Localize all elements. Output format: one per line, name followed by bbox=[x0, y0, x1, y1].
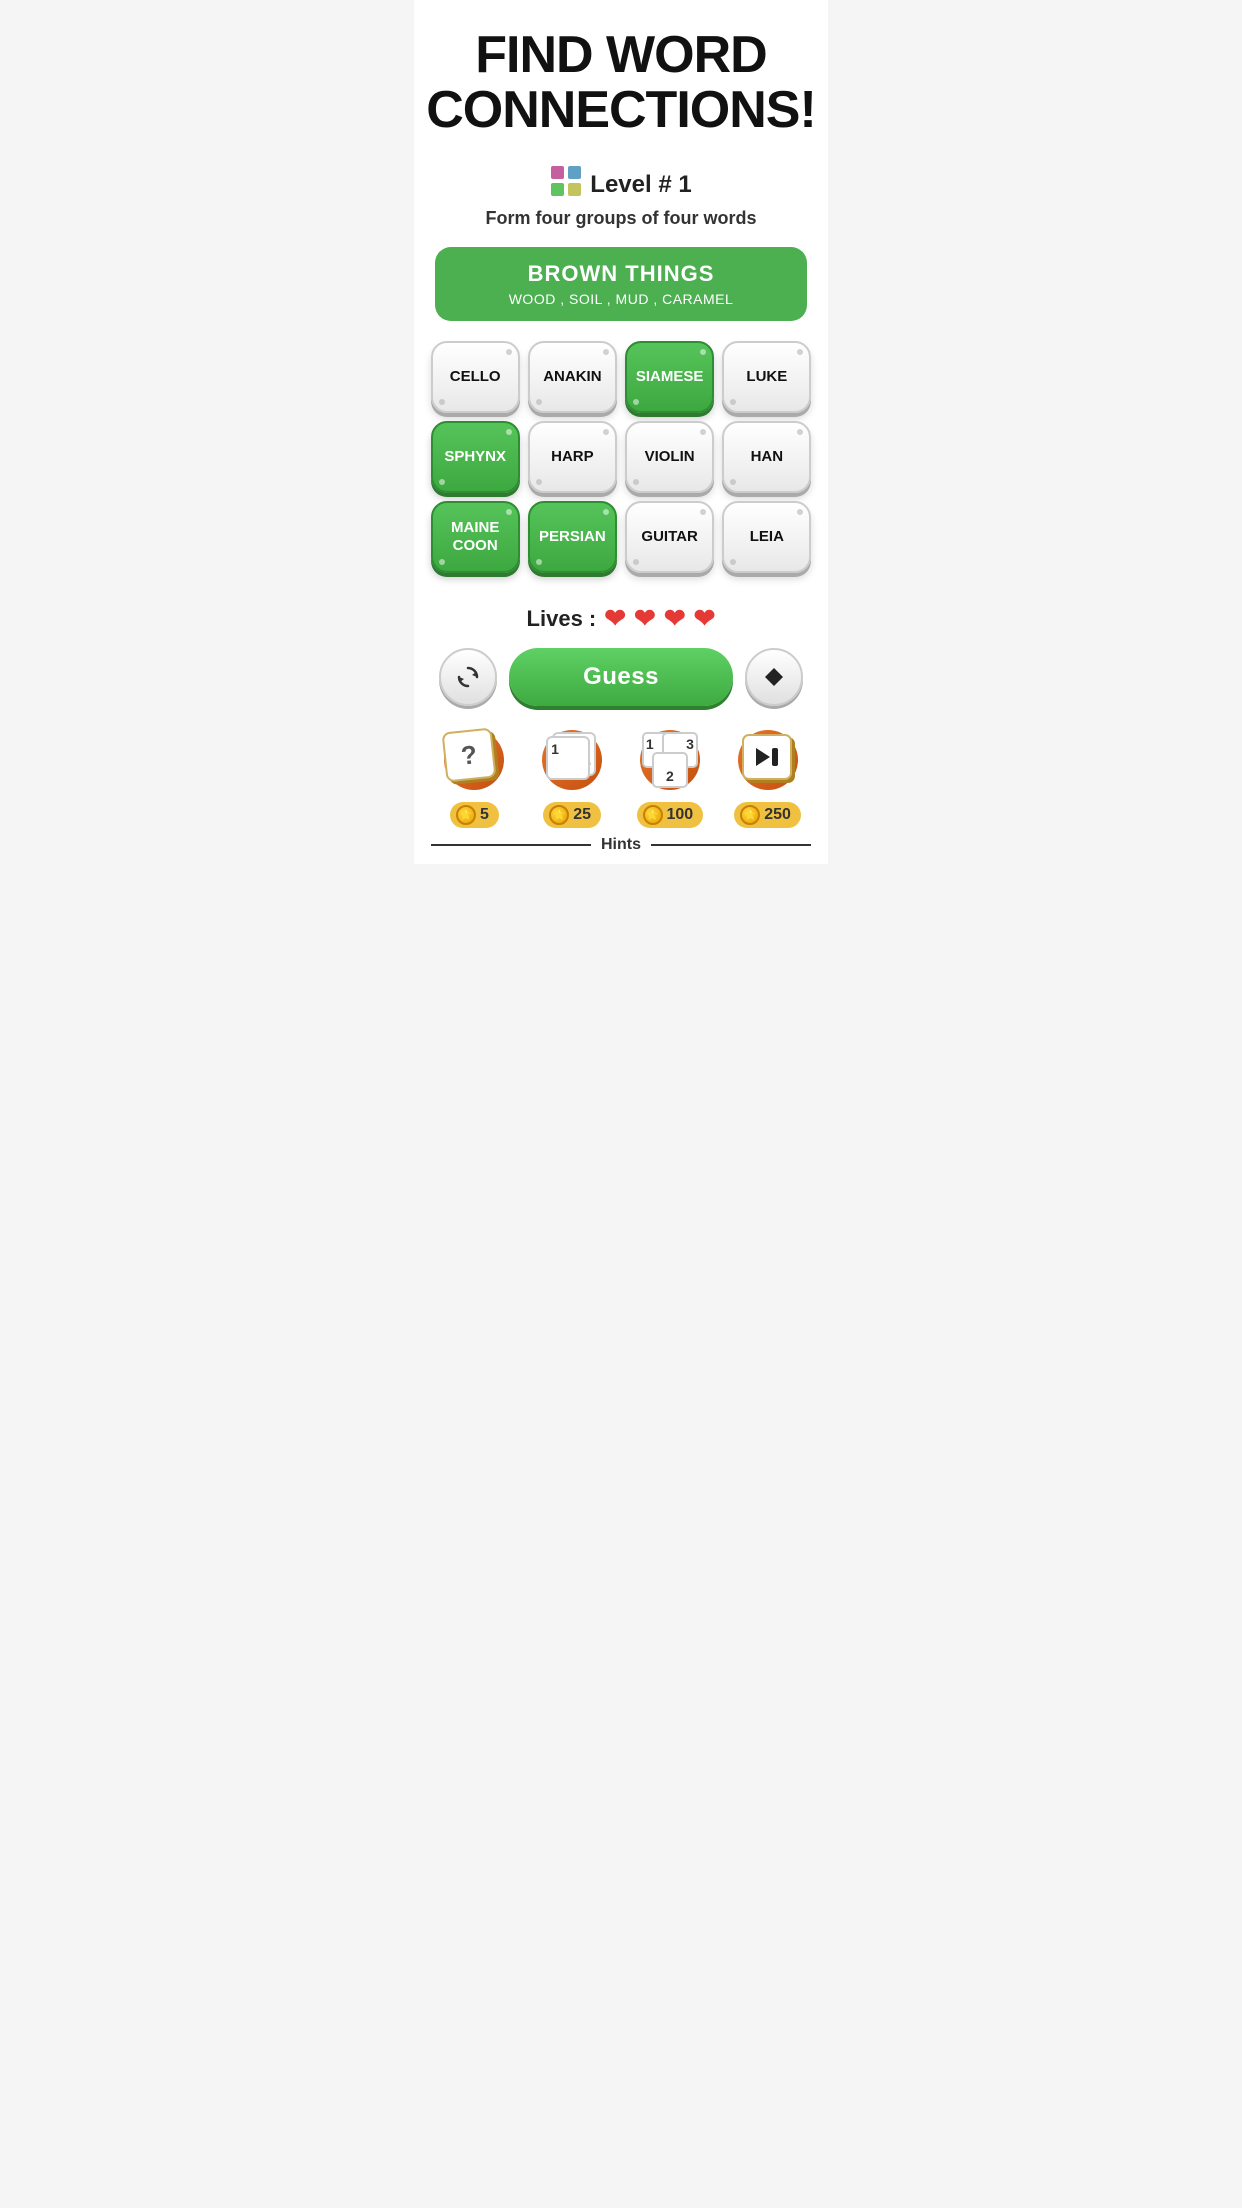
coin-icon-3: ⭐ bbox=[643, 805, 663, 825]
tile-cello[interactable]: CELLO bbox=[431, 341, 520, 413]
grid-row-2: SPHYNX HARP VIOLIN HAN bbox=[431, 421, 812, 493]
heart-1: ❤ bbox=[604, 603, 626, 634]
hint-3-cost-num: 100 bbox=[667, 806, 694, 824]
hint-4-cost-num: 250 bbox=[764, 806, 791, 824]
hint-4-icon bbox=[732, 724, 804, 796]
lives-label: Lives : bbox=[527, 606, 597, 632]
title-section: FIND WORD CONNECTIONS! bbox=[406, 0, 836, 147]
tile-harp[interactable]: HARP bbox=[528, 421, 617, 493]
tile-han[interactable]: HAN bbox=[722, 421, 811, 493]
hint-1-cost-num: 5 bbox=[480, 806, 489, 824]
level-row: Level # 1 bbox=[550, 165, 691, 204]
tile-leia[interactable]: LEIA bbox=[722, 501, 811, 573]
hint-3-cost: ⭐ 100 bbox=[637, 802, 704, 828]
tile-luke[interactable]: LUKE bbox=[722, 341, 811, 413]
lives-section: Lives : ❤ ❤ ❤ ❤ bbox=[527, 603, 716, 634]
heart-3: ❤ bbox=[664, 603, 686, 634]
tile-guitar[interactable]: GUITAR bbox=[625, 501, 714, 573]
hints-label: Hints bbox=[601, 836, 641, 854]
hints-label-row: Hints bbox=[431, 836, 812, 854]
tile-maine-coon[interactable]: MAINECOON bbox=[431, 501, 520, 573]
level-icon bbox=[550, 165, 582, 204]
main-title: FIND WORD CONNECTIONS! bbox=[426, 28, 816, 137]
guess-button[interactable]: Guess bbox=[509, 648, 733, 706]
hint-question-mark[interactable]: ? ⭐ 5 bbox=[431, 724, 519, 828]
hint-1-icon: ? bbox=[438, 724, 510, 796]
heart-2: ❤ bbox=[634, 603, 656, 634]
title-line1: FIND WORD bbox=[475, 26, 766, 84]
tile-persian[interactable]: PERSIAN bbox=[528, 501, 617, 573]
shuffle-button[interactable] bbox=[439, 648, 497, 706]
tile-siamese[interactable]: SIAMESE bbox=[625, 341, 714, 413]
hint-reveal-one[interactable]: 2 1 ⭐ 25 bbox=[528, 724, 616, 828]
coin-icon-2: ⭐ bbox=[549, 805, 569, 825]
hint-3-icon: 1 3 2 bbox=[634, 724, 706, 796]
level-label: Level # 1 bbox=[590, 171, 691, 199]
action-row: Guess bbox=[439, 648, 803, 706]
hint-2-cost-num: 25 bbox=[573, 806, 591, 824]
grid-section: CELLO ANAKIN SIAMESE LUKE SPHYNX HARP VI… bbox=[431, 341, 812, 581]
hint-4-cost: ⭐ 250 bbox=[734, 802, 801, 828]
tile-violin[interactable]: VIOLIN bbox=[625, 421, 714, 493]
hint-skip[interactable]: ⭐ 250 bbox=[724, 724, 812, 828]
erase-button[interactable] bbox=[745, 648, 803, 706]
coin-icon-1: ⭐ bbox=[456, 805, 476, 825]
hints-section: ? ⭐ 5 2 bbox=[431, 724, 812, 854]
hints-grid: ? ⭐ 5 2 bbox=[431, 724, 812, 828]
heart-4: ❤ bbox=[694, 603, 716, 634]
solved-group-title: BROWN THINGS bbox=[451, 261, 792, 287]
hint-2-icon: 2 1 bbox=[536, 724, 608, 796]
title-line2: CONNECTIONS! bbox=[426, 81, 816, 139]
tile-sphynx[interactable]: SPHYNX bbox=[431, 421, 520, 493]
hint-reveal-all[interactable]: 1 3 2 ⭐ 100 bbox=[626, 724, 714, 828]
level-section: Level # 1 Form four groups of four words bbox=[486, 147, 757, 237]
hint-1-cost: ⭐ 5 bbox=[450, 802, 499, 828]
grid-row-3: MAINECOON PERSIAN GUITAR LEIA bbox=[431, 501, 812, 573]
page-wrapper: FIND WORD CONNECTIONS! Level # 1 Form fo… bbox=[414, 0, 828, 864]
hint-2-cost: ⭐ 25 bbox=[543, 802, 601, 828]
grid-row-1: CELLO ANAKIN SIAMESE LUKE bbox=[431, 341, 812, 413]
tile-anakin[interactable]: ANAKIN bbox=[528, 341, 617, 413]
solved-group-words: WOOD , SOIL , MUD , CARAMEL bbox=[451, 291, 792, 307]
coin-icon-4: ⭐ bbox=[740, 805, 760, 825]
hints-line-right bbox=[651, 844, 811, 846]
hints-line-left bbox=[431, 844, 591, 846]
level-subtitle: Form four groups of four words bbox=[486, 208, 757, 229]
solved-banner: BROWN THINGS WOOD , SOIL , MUD , CARAMEL bbox=[435, 247, 808, 321]
